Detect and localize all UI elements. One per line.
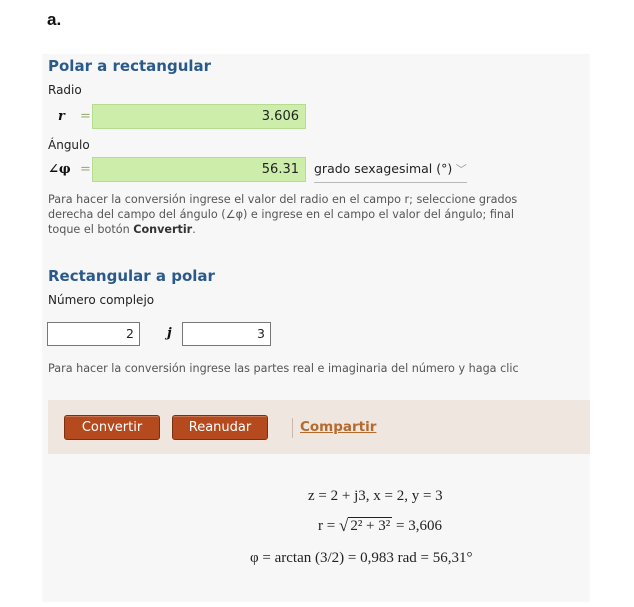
polar-help-line3: toque el botón Convertir.: [48, 223, 196, 236]
polar-to-rect-title: Polar a rectangular: [48, 57, 212, 75]
angle-unit-value: grado sexagesimal (°): [314, 161, 453, 176]
imaginary-part-input[interactable]: 3: [182, 322, 271, 346]
radius-label: Radio: [48, 83, 82, 97]
phi-symbol: ∠φ: [48, 162, 71, 177]
result-line3: φ = arctan (3/2) = 0,983 rad = 56,31°: [250, 550, 473, 566]
angle-label: Ángulo: [48, 138, 90, 152]
chevron-down-icon: ﹀: [452, 163, 467, 176]
phi-equals: =: [80, 162, 91, 177]
r-symbol: r: [58, 109, 65, 124]
angle-unit-select[interactable]: grado sexagesimal (°) ﹀: [314, 156, 467, 183]
rect-to-polar-title: Rectangular a polar: [48, 267, 215, 285]
radius-input[interactable]: 3.606: [92, 104, 306, 129]
converter-panel: Polar a rectangular Radio r = 3.606 Ángu…: [42, 54, 590, 602]
button-bar: Convertir Reanudar Compartir: [48, 400, 590, 454]
divider: [292, 418, 293, 438]
convert-button[interactable]: Convertir: [64, 415, 160, 440]
rect-help: Para hacer la conversión ingrese las par…: [48, 362, 519, 375]
help-convert-ref: Convertir: [133, 223, 193, 236]
share-link[interactable]: Compartir: [300, 419, 376, 435]
r-equals: =: [80, 109, 91, 124]
polar-help-line1: Para hacer la conversión ingrese el valo…: [48, 193, 518, 206]
result-line2: r = √ 2² + 3² = 3,606: [318, 516, 442, 535]
real-part-input[interactable]: 2: [47, 322, 140, 346]
sqrt-expression: √ 2² + 3²: [338, 516, 393, 535]
polar-help-line2: derecha del campo del ángulo (∠φ) e ingr…: [48, 208, 514, 221]
result-line1: z = 2 + j3, x = 2, y = 3: [308, 488, 443, 504]
j-symbol: j: [167, 326, 172, 341]
reset-button[interactable]: Reanudar: [172, 415, 268, 440]
figure-label: a.: [47, 10, 62, 29]
angle-input[interactable]: 56.31: [92, 157, 306, 182]
complex-number-label: Número complejo: [48, 293, 155, 307]
